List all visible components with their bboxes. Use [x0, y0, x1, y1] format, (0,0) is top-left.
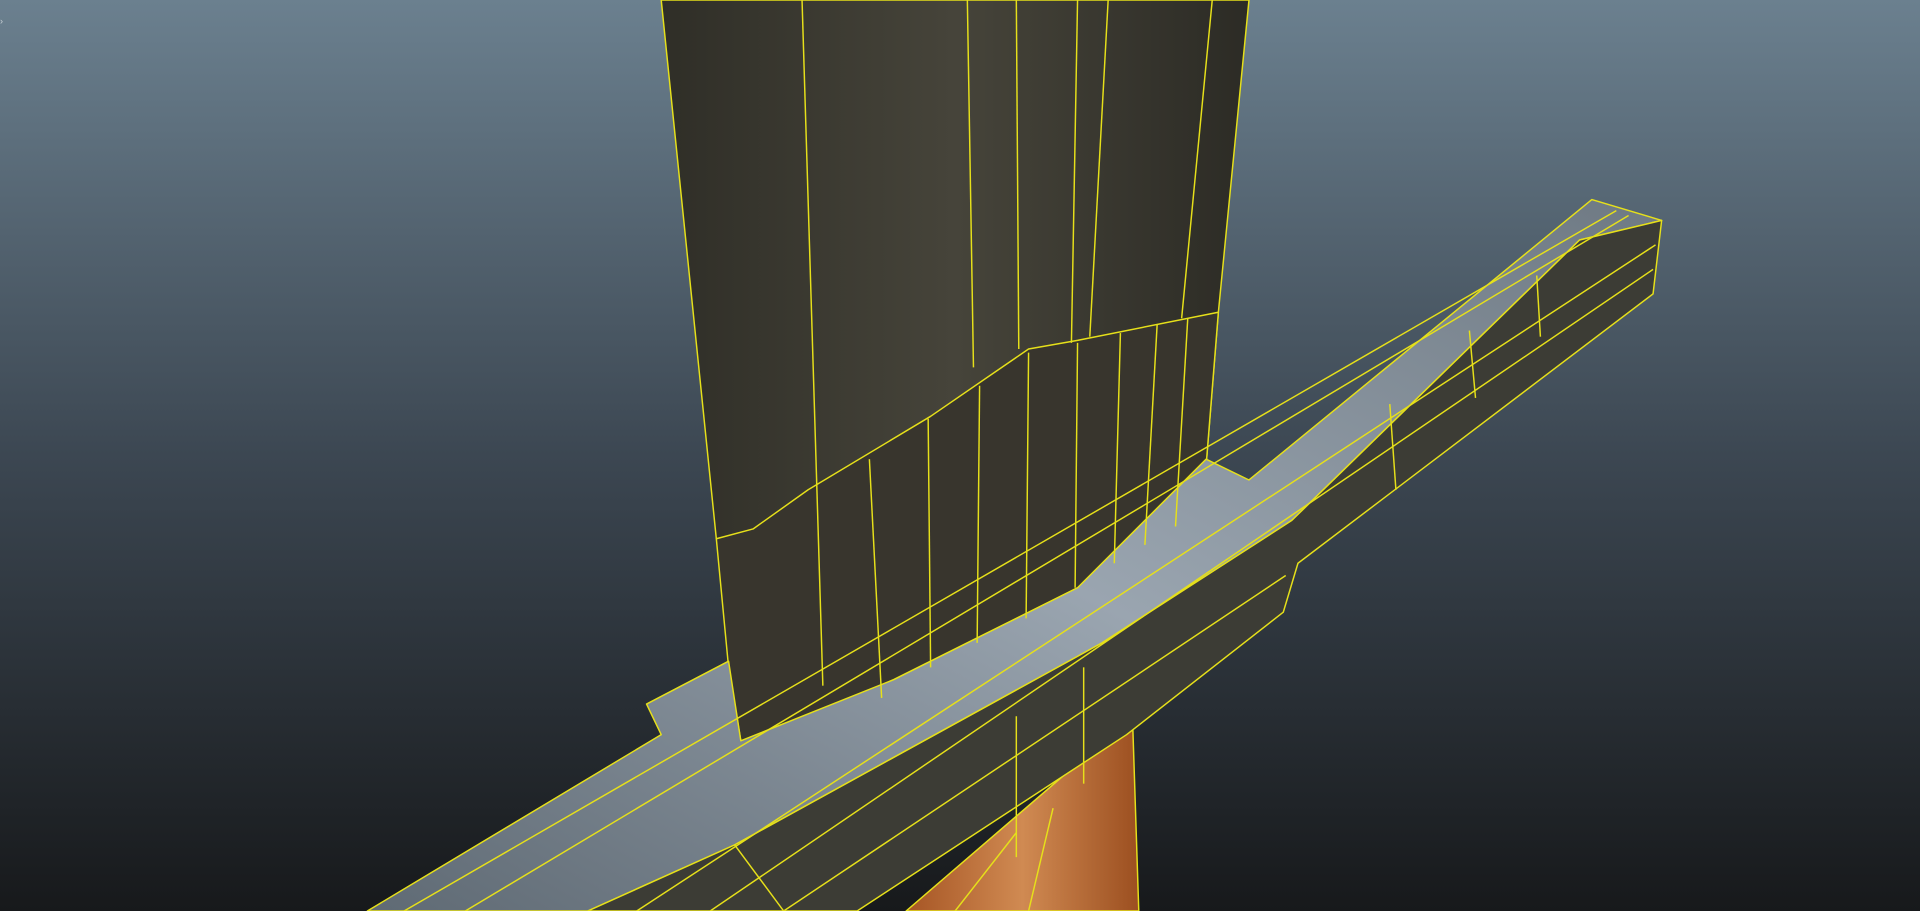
3d-viewport[interactable]: [0, 0, 1920, 911]
viewport-menu-icon[interactable]: ›: [0, 16, 6, 26]
